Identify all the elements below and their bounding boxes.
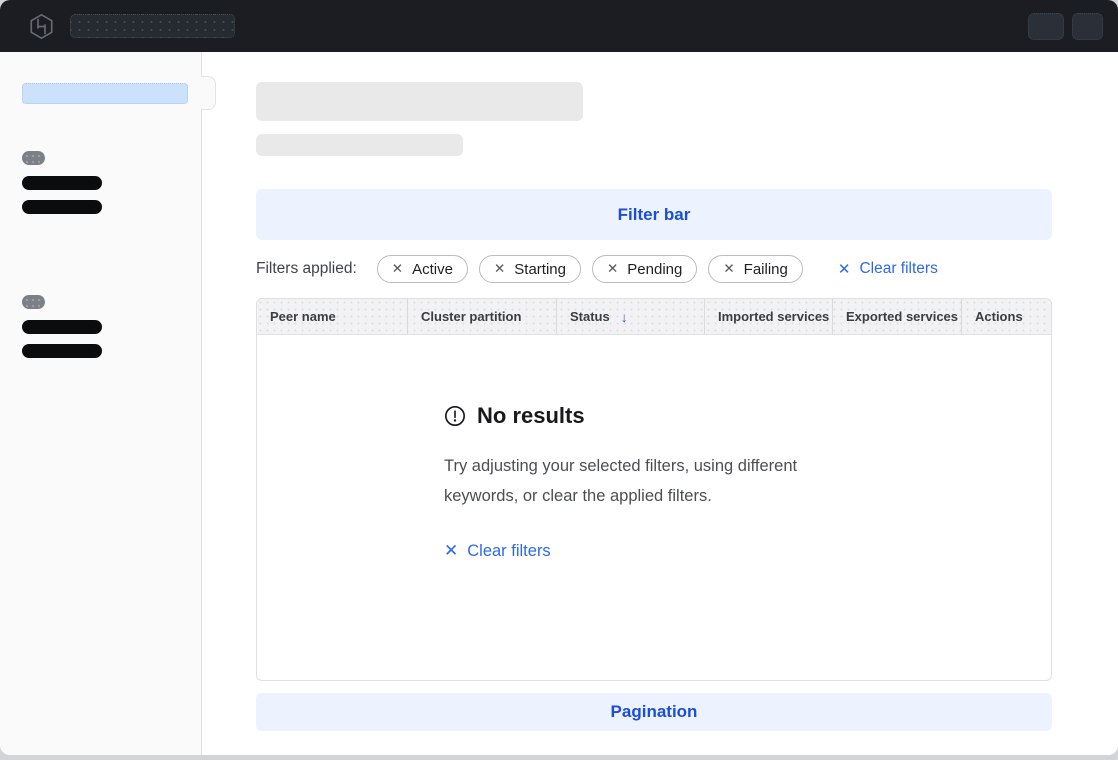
x-icon[interactable]: ✕ bbox=[723, 261, 734, 277]
empty-state-title: No results bbox=[477, 403, 585, 429]
filter-pill-label: Pending bbox=[627, 261, 682, 278]
x-icon: ✕ bbox=[838, 260, 851, 278]
column-header-label: Status bbox=[570, 309, 610, 324]
empty-state: No results Try adjusting your selected f… bbox=[444, 403, 864, 681]
filter-bar-placeholder: Filter bar bbox=[256, 189, 1052, 240]
x-icon[interactable]: ✕ bbox=[392, 261, 403, 277]
filters-applied-label: Filters applied: bbox=[256, 260, 357, 278]
clear-filters-link[interactable]: ✕ Clear filters bbox=[838, 260, 938, 278]
column-header-label: Actions bbox=[975, 309, 1023, 324]
column-header-label: Peer name bbox=[270, 309, 336, 324]
page-title-skeleton bbox=[256, 82, 583, 121]
table-header-row: Peer name Cluster partition Status ↓ Imp… bbox=[257, 299, 1051, 335]
pagination-label: Pagination bbox=[611, 702, 698, 722]
sort-descending-icon[interactable]: ↓ bbox=[621, 309, 628, 325]
empty-state-clear-filters-link[interactable]: ✕ Clear filters bbox=[444, 541, 864, 561]
column-header-actions: Actions bbox=[962, 299, 1051, 334]
filter-pill-failing[interactable]: ✕ Failing bbox=[708, 255, 803, 283]
filter-pill-pending[interactable]: ✕ Pending bbox=[592, 255, 697, 283]
column-header-label: Cluster partition bbox=[421, 309, 521, 324]
column-header-label: Imported services bbox=[718, 309, 829, 324]
column-header-label: Exported services bbox=[846, 309, 958, 324]
top-navbar bbox=[0, 0, 1118, 52]
column-header-status[interactable]: Status ↓ bbox=[557, 299, 705, 334]
peers-table: Peer name Cluster partition Status ↓ Imp… bbox=[256, 298, 1052, 681]
column-header-exported-services[interactable]: Exported services bbox=[833, 299, 962, 334]
navbar-button-skeleton[interactable] bbox=[1072, 13, 1103, 40]
hashicorp-logo-icon bbox=[28, 13, 55, 40]
page-subtitle-skeleton bbox=[256, 134, 463, 156]
x-icon: ✕ bbox=[444, 541, 458, 561]
table-body: No results Try adjusting your selected f… bbox=[257, 335, 1051, 681]
empty-state-clear-filters-label: Clear filters bbox=[467, 542, 550, 561]
filter-pill-active[interactable]: ✕ Active bbox=[377, 255, 468, 283]
sidebar-toggle-handle[interactable] bbox=[201, 76, 216, 110]
column-header-cluster-partition[interactable]: Cluster partition bbox=[408, 299, 557, 334]
applied-filters-row: Filters applied: ✕ Active ✕ Starting ✕ P… bbox=[256, 255, 1052, 283]
clear-filters-label: Clear filters bbox=[859, 260, 937, 278]
navbar-actions bbox=[1028, 13, 1103, 40]
pagination-placeholder: Pagination bbox=[256, 693, 1052, 731]
main-content: Filter bar Filters applied: ✕ Active ✕ S… bbox=[202, 52, 1118, 755]
x-icon[interactable]: ✕ bbox=[494, 261, 505, 277]
sidebar-item-skeleton[interactable] bbox=[22, 176, 102, 190]
empty-state-header: No results bbox=[444, 403, 864, 429]
sidebar-item-skeleton[interactable] bbox=[22, 320, 102, 334]
search-input-skeleton[interactable] bbox=[70, 14, 235, 38]
alert-circle-icon bbox=[444, 405, 466, 427]
x-icon[interactable]: ✕ bbox=[607, 261, 618, 277]
sidebar-item-skeleton[interactable] bbox=[22, 344, 102, 358]
filter-pill-label: Failing bbox=[744, 261, 788, 278]
sidebar-section-label-skeleton bbox=[22, 151, 45, 165]
sidebar-item-selected-skeleton[interactable] bbox=[22, 83, 188, 104]
column-header-imported-services[interactable]: Imported services bbox=[705, 299, 833, 334]
filter-pill-label: Active bbox=[412, 261, 453, 278]
sidebar-item-skeleton[interactable] bbox=[22, 200, 102, 214]
empty-state-description: Try adjusting your selected filters, usi… bbox=[444, 451, 836, 511]
sidebar-section-label-skeleton bbox=[22, 295, 45, 309]
app-window: Filter bar Filters applied: ✕ Active ✕ S… bbox=[0, 0, 1118, 755]
filter-bar-label: Filter bar bbox=[618, 205, 691, 225]
filter-pill-starting[interactable]: ✕ Starting bbox=[479, 255, 581, 283]
sidebar bbox=[0, 52, 202, 755]
column-header-peer-name[interactable]: Peer name bbox=[257, 299, 408, 334]
navbar-button-skeleton[interactable] bbox=[1028, 13, 1064, 40]
filter-pill-label: Starting bbox=[514, 261, 566, 278]
